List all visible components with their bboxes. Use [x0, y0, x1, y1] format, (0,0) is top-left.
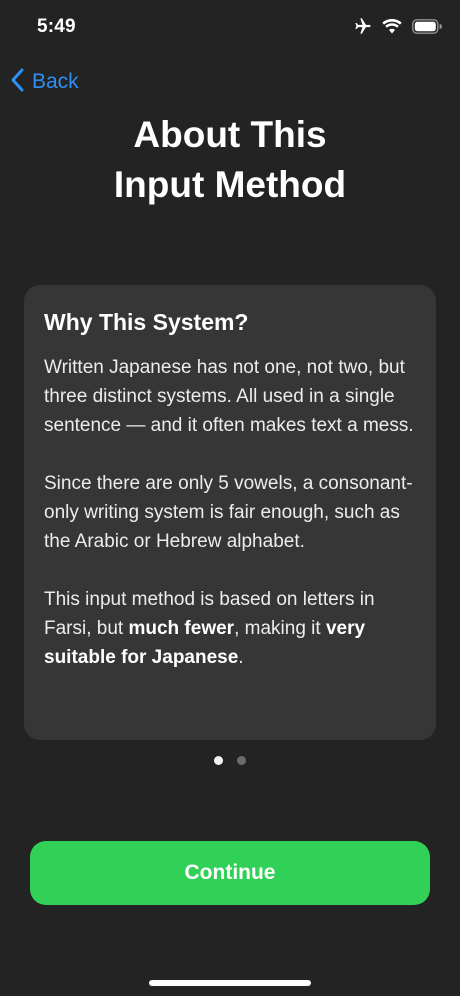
page-dot-2[interactable]	[237, 756, 246, 765]
page-title: About This Input Method	[0, 110, 460, 210]
card-heading: Why This System?	[44, 309, 249, 335]
status-time: 5:49	[37, 16, 76, 37]
card-paragraph-3-part-3: .	[238, 647, 244, 668]
page-dot-1[interactable]	[214, 756, 223, 765]
airplane-icon	[352, 17, 372, 35]
card-paragraph-3-bold-1: much fewer	[128, 618, 235, 639]
card-paragraph-1: Written Japanese has not one, not two, b…	[44, 357, 414, 436]
back-button[interactable]: Back	[10, 66, 79, 98]
battery-icon	[412, 18, 442, 34]
onboarding-screen: 5:49 Back About This Input Method Why Th…	[0, 0, 460, 996]
page-indicator[interactable]	[0, 756, 460, 765]
status-icons	[352, 17, 442, 35]
continue-button[interactable]: Continue	[30, 841, 430, 905]
home-indicator[interactable]	[149, 980, 311, 986]
card-paragraph-2: Since there are only 5 vowels, a consona…	[44, 473, 413, 552]
card-paragraph-3-part-2: , making it	[234, 618, 326, 639]
card-paragraph-3: This input method is based on letters in…	[44, 585, 416, 672]
info-card: Why This System? Written Japanese has no…	[24, 285, 436, 740]
page-title-line-1: About This	[133, 114, 327, 155]
page-title-line-2: Input Method	[113, 164, 347, 205]
back-label: Back	[32, 70, 79, 93]
status-bar: 5:49	[0, 0, 460, 58]
chevron-left-icon	[10, 68, 24, 97]
wifi-icon	[382, 18, 402, 34]
